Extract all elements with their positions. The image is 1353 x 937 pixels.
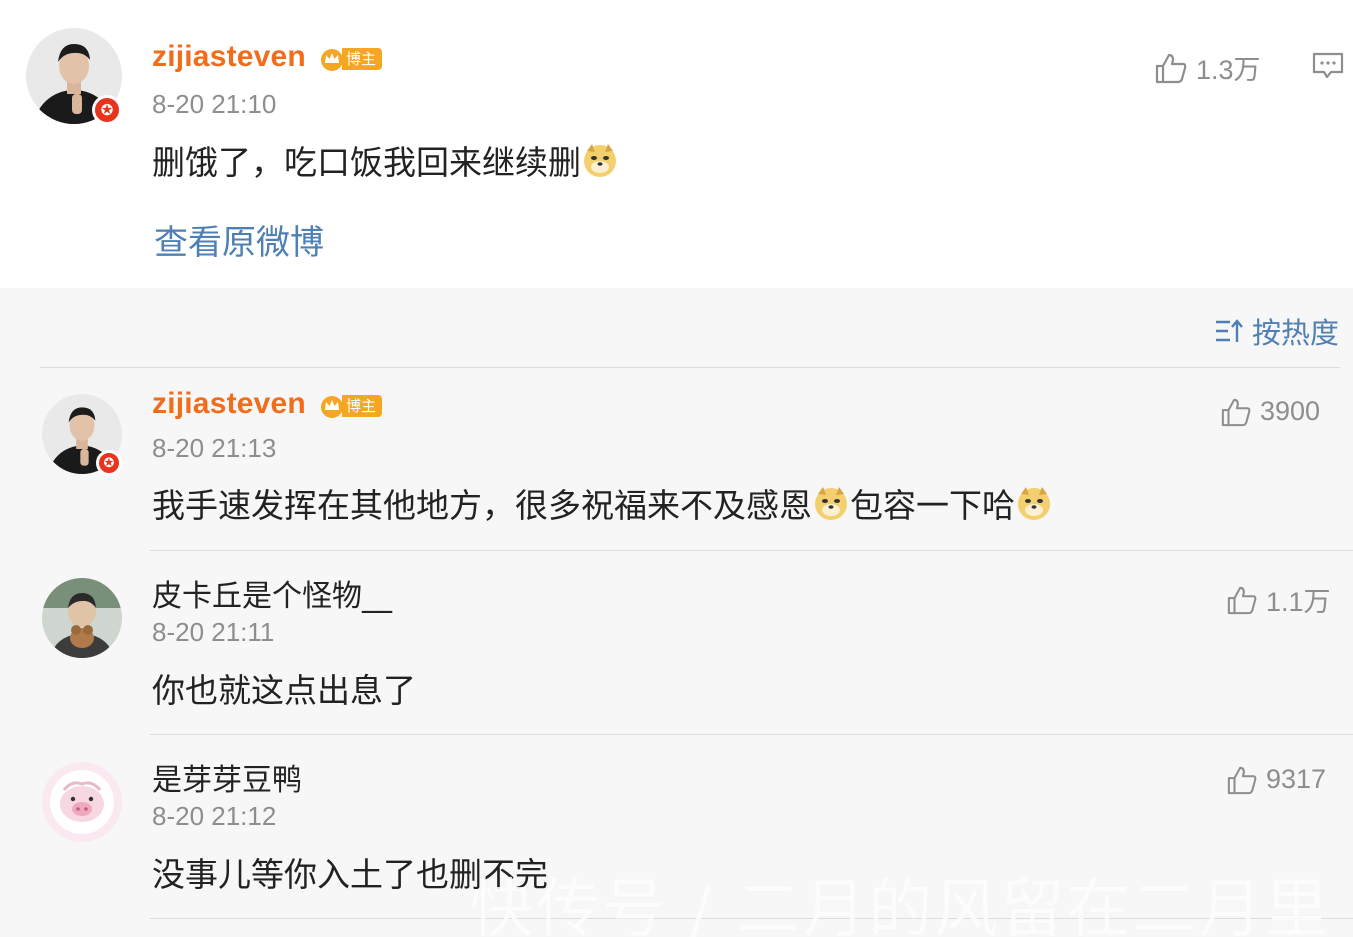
- thumbs-up-icon: [1227, 586, 1257, 614]
- post-like-button[interactable]: 1.3万: [1154, 48, 1261, 87]
- doge-emoji: [1018, 487, 1050, 520]
- divider: [40, 367, 1340, 368]
- commenter-avatar[interactable]: [42, 578, 122, 658]
- watermark: 快传号 / 二月的风留在二月里: [470, 873, 1331, 937]
- comment-text: 你也就这点出息了: [152, 671, 416, 710]
- comment-text: 我手速发挥在其他地方，很多祝福来不及感恩 包容一下哈: [152, 479, 1053, 527]
- comment-time: 8-20 21:12: [152, 801, 277, 831]
- verified-star-icon: ✪: [96, 450, 122, 476]
- comment-author-name[interactable]: zijiasteven: [152, 387, 306, 421]
- thumbs-up-icon: [1221, 398, 1251, 426]
- comment-like-count: 1.1万: [1266, 587, 1331, 617]
- comment-time: 8-20 21:11: [152, 617, 275, 647]
- original-post: ✪ zijiasteven 博主 8-20 21:10 删饿了，吃口饭我回来继续…: [0, 0, 1353, 288]
- comment-like-button[interactable]: 3900: [1220, 396, 1320, 427]
- post-author-name[interactable]: zijiasteven: [152, 40, 306, 74]
- sort-by-hot-button[interactable]: 按热度: [1214, 310, 1339, 352]
- comment-time: 8-20 21:13: [152, 433, 277, 463]
- doge-emoji: [815, 487, 847, 520]
- doge-emoji: [584, 144, 616, 177]
- post-like-count: 1.3万: [1196, 55, 1261, 85]
- post-time: 8-20 21:10: [152, 89, 277, 119]
- comment-author-name[interactable]: 是芽芽豆鸭: [152, 755, 302, 799]
- thumbs-up-icon: [1155, 53, 1187, 83]
- verified-star-icon: ✪: [92, 95, 122, 125]
- comment-like-button[interactable]: 1.1万: [1226, 580, 1331, 619]
- sort-icon: [1215, 319, 1243, 342]
- commenter-avatar[interactable]: [42, 762, 122, 842]
- comment-like-count: 9317: [1266, 764, 1327, 794]
- post-text: 删饿了，吃口饭我回来继续删: [152, 136, 619, 184]
- bozhu-badge: 博主: [318, 393, 383, 419]
- view-original-weibo-link[interactable]: 查看原微博: [154, 215, 324, 264]
- divider: [150, 734, 1353, 735]
- comment-icon[interactable]: [1312, 52, 1344, 84]
- bozhu-badge: 博主: [318, 46, 383, 72]
- comment-like-button[interactable]: 9317: [1226, 764, 1326, 795]
- comment-like-count: 3900: [1260, 396, 1321, 426]
- comment-author-name[interactable]: 皮卡丘是个怪物__: [152, 571, 392, 615]
- divider: [150, 550, 1353, 551]
- thumbs-up-icon: [1227, 766, 1257, 794]
